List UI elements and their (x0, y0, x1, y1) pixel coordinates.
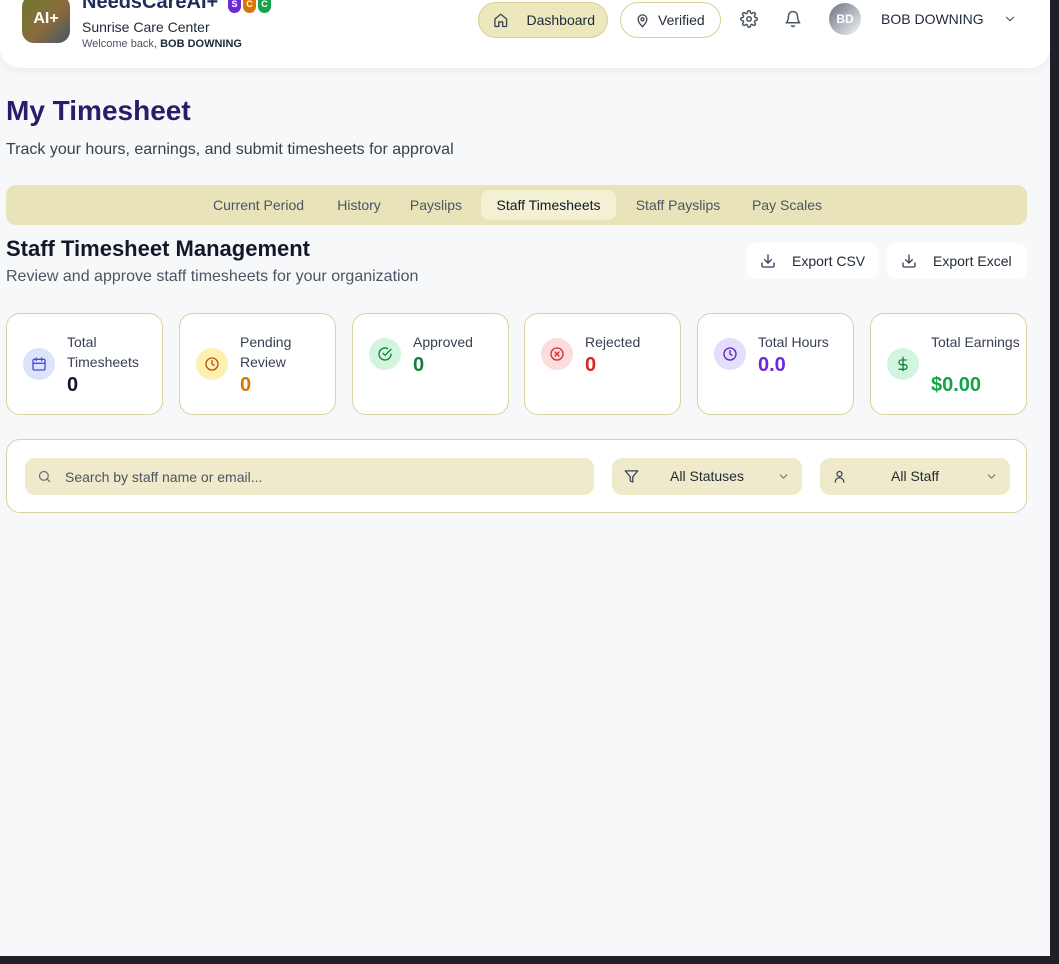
clock-icon (205, 357, 219, 371)
stat-icon-wrap (541, 338, 573, 370)
staff-filter-select[interactable]: All Staff (820, 458, 1010, 495)
app-logo[interactable]: AI+ (22, 0, 70, 43)
tab-payslips[interactable]: Payslips (402, 190, 470, 220)
brand-name: NeedsCareAI+ (82, 0, 219, 13)
filter-panel: All Statuses All Staff (6, 439, 1027, 513)
stat-card-total-hours: Total Hours 0.0 (697, 313, 854, 415)
dashboard-label: Dashboard (526, 12, 596, 28)
stat-label: Total Earnings (931, 334, 1020, 350)
stat-icon-wrap (887, 348, 919, 380)
tab-current-period[interactable]: Current Period (200, 190, 317, 220)
user-menu-name[interactable]: BOB DOWNING (881, 11, 984, 27)
home-icon (494, 13, 508, 28)
stat-value: 0.0 (758, 354, 786, 376)
stat-label: Rejected (585, 334, 641, 350)
avatar[interactable]: BD (829, 3, 861, 35)
stat-card-total-timesheets: Total Timesheets 0 (6, 313, 163, 415)
x-circle-icon (550, 347, 564, 361)
tab-staff-timesheets[interactable]: Staff Timesheets (481, 190, 616, 220)
stat-value: 0 (413, 354, 425, 376)
stat-label: Total Hours (758, 334, 829, 350)
search-input[interactable] (65, 458, 585, 495)
tab-bar: Current Period History Payslips Staff Ti… (6, 185, 1027, 225)
dollar-icon (898, 356, 908, 372)
verified-label: Verified (658, 12, 705, 28)
verified-button[interactable]: Verified (620, 2, 721, 38)
export-excel-button[interactable]: Export Excel (887, 243, 1027, 279)
stat-value: 0 (67, 374, 79, 396)
tab-staff-payslips[interactable]: Staff Payslips (624, 190, 732, 220)
status-filter-select[interactable]: All Statuses (612, 458, 802, 495)
download-icon (761, 254, 775, 268)
status-filter-value: All Statuses (670, 468, 744, 484)
badge-c-green: C (258, 0, 271, 13)
stat-card-approved: Approved 0 (352, 313, 509, 415)
stat-card-rejected: Rejected 0 (524, 313, 681, 415)
bell-icon[interactable] (784, 10, 802, 28)
staff-filter-value: All Staff (891, 468, 939, 484)
brand-badges: S C C (228, 0, 271, 13)
stat-icon-wrap (369, 338, 401, 370)
top-header: AI+ NeedsCareAI+ S C C Sunrise Care Cent… (0, 0, 1050, 68)
chevron-down-icon (987, 474, 996, 479)
stat-card-total-earnings: Total Earnings $0.00 (870, 313, 1027, 415)
chevron-down-icon (779, 474, 788, 479)
stat-label: Total Timesheets (67, 334, 139, 370)
stat-label: Pending Review (240, 334, 292, 370)
org-name: Sunrise Care Center (82, 19, 210, 35)
badge-c-orange: C (243, 0, 256, 13)
map-pin-icon (637, 13, 648, 27)
section-title: Staff Timesheet Management (6, 236, 311, 261)
welcome-text: Welcome back, BOB DOWNING (82, 38, 242, 50)
check-circle-icon (378, 347, 392, 361)
export-csv-label: Export CSV (792, 253, 866, 269)
welcome-user-name: BOB DOWNING (160, 38, 242, 50)
stat-icon-wrap (23, 348, 55, 380)
gear-icon[interactable] (740, 10, 758, 28)
dashboard-button[interactable]: Dashboard (478, 2, 608, 38)
stat-icon-wrap (196, 348, 228, 380)
export-excel-label: Export Excel (933, 253, 1012, 269)
section-subtitle: Review and approve staff timesheets for … (6, 268, 419, 285)
stat-icon-wrap (714, 338, 746, 370)
calendar-icon (32, 357, 46, 371)
tab-pay-scales[interactable]: Pay Scales (741, 190, 833, 220)
stat-card-pending-review: Pending Review 0 (179, 313, 336, 415)
stat-value: 0 (240, 374, 252, 396)
welcome-prefix: Welcome back, (82, 38, 157, 50)
export-csv-button[interactable]: Export CSV (746, 243, 879, 279)
search-box (25, 458, 594, 495)
page-title: My Timesheet (6, 95, 191, 126)
tab-history[interactable]: History (326, 190, 392, 220)
chevron-down-icon[interactable] (1003, 12, 1017, 26)
stat-value: 0 (585, 354, 597, 376)
page-subtitle: Track your hours, earnings, and submit t… (6, 141, 454, 158)
stat-value: $0.00 (931, 374, 982, 396)
clock-icon (723, 347, 737, 361)
app-page: AI+ NeedsCareAI+ S C C Sunrise Care Cent… (0, 0, 1050, 956)
download-icon (902, 254, 916, 268)
search-icon (38, 470, 51, 483)
badge-s: S (228, 0, 241, 13)
stat-label: Approved (413, 334, 473, 350)
